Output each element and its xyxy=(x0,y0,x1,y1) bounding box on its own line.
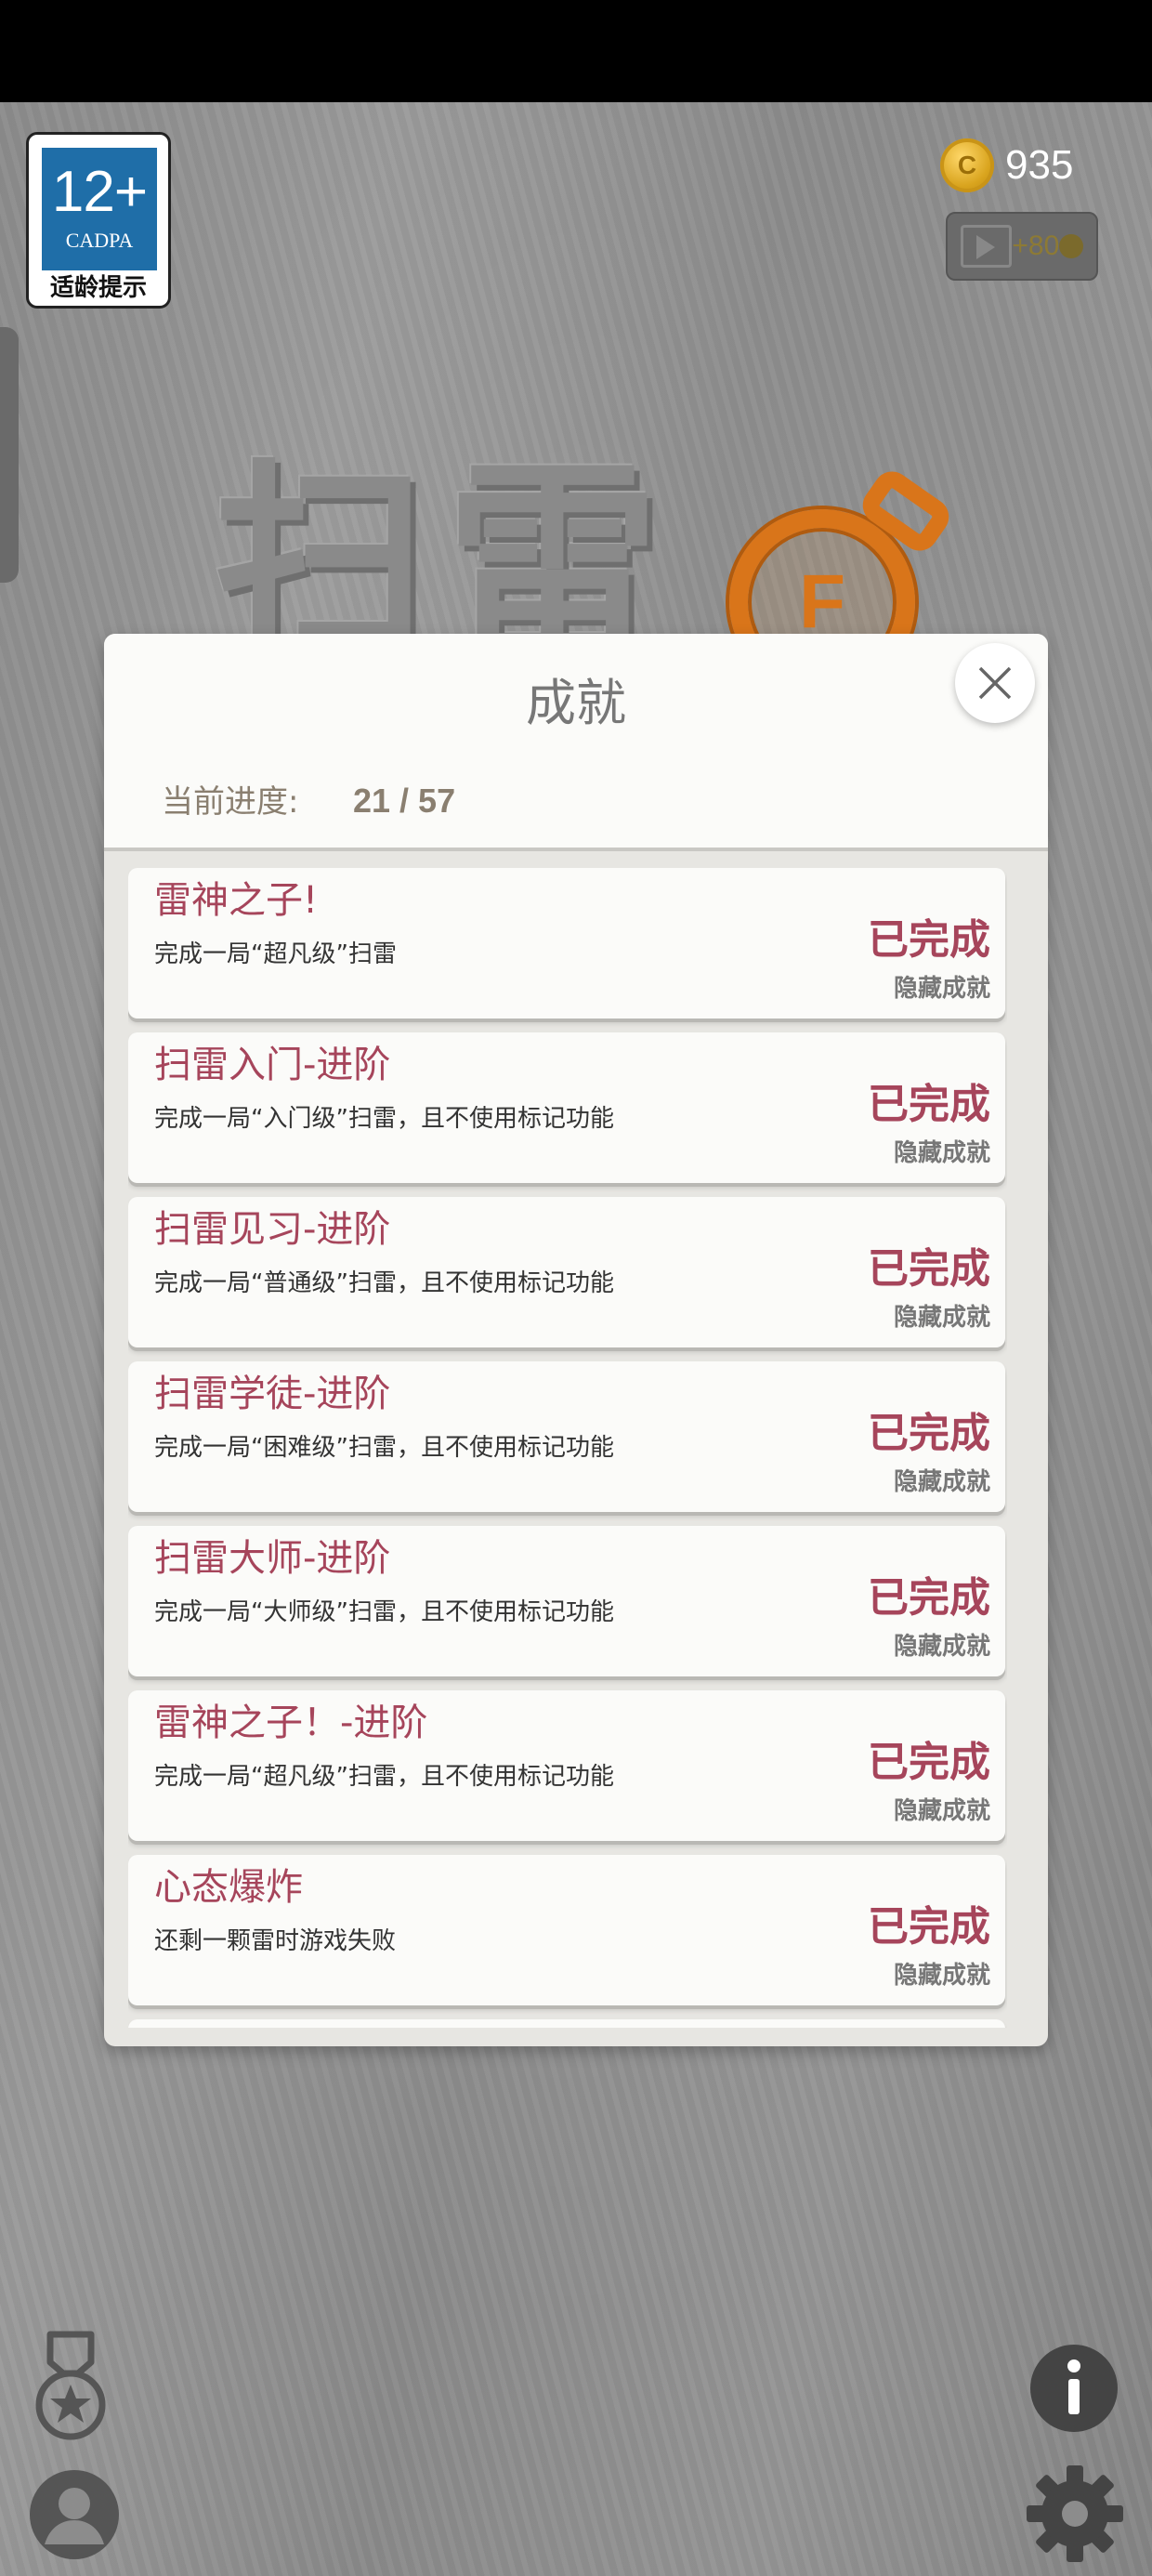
close-button[interactable] xyxy=(955,643,1035,723)
achievement-status: 已完成 xyxy=(868,1903,990,1951)
hidden-achievement-tag: 隐藏成就 xyxy=(893,1304,990,1332)
dialog-header: 成就 当前进度: 21 / 57 xyxy=(104,634,1048,851)
achievement-name: 雷神之子! xyxy=(154,879,319,922)
achievement-description: 完成一局“超凡级”扫雷，且不使用标记功能 xyxy=(154,1763,614,1791)
achievement-description: 完成一局“困难级”扫雷，且不使用标记功能 xyxy=(154,1434,614,1462)
achievement-description: 完成一局“入门级”扫雷，且不使用标记功能 xyxy=(154,1105,614,1133)
achievements-medal-icon[interactable] xyxy=(32,2331,115,2442)
achievement-card[interactable]: 心态爆炸 还剩一颗雷时游戏失败 已完成 隐藏成就 xyxy=(128,1855,1005,2005)
achievement-card[interactable]: 扫雷学徒-进阶 完成一局“困难级”扫雷，且不使用标记功能 已完成 隐藏成就 xyxy=(128,1361,1005,1512)
achievement-description: 完成一局“普通级”扫雷，且不使用标记功能 xyxy=(154,1269,614,1297)
achievement-name: 心态爆炸 xyxy=(154,1866,303,1909)
achievement-status: 已完成 xyxy=(868,1410,990,1457)
achievement-card[interactable]: 雷神之子！-进阶 完成一局“超凡级”扫雷，且不使用标记功能 已完成 隐藏成就 xyxy=(128,1690,1005,1841)
achievement-name: 扫雷入门-进阶 xyxy=(154,1044,391,1086)
achievements-dialog: 成就 当前进度: 21 / 57 雷神之子! 完成一局“超凡级”扫雷 已完成 隐… xyxy=(104,634,1048,2046)
hidden-achievement-tag: 隐藏成就 xyxy=(893,1468,990,1496)
gear-icon[interactable] xyxy=(1026,2464,1124,2563)
hidden-achievement-tag: 隐藏成就 xyxy=(893,1797,990,1825)
achievement-name: 扫雷学徒-进阶 xyxy=(154,1373,391,1415)
achievement-card[interactable]: 扫雷见习-进阶 完成一局“普通级”扫雷，且不使用标记功能 已完成 隐藏成就 xyxy=(128,1197,1005,1347)
achievement-status: 已完成 xyxy=(868,916,990,964)
achievement-list[interactable]: 雷神之子! 完成一局“超凡级”扫雷 已完成 隐藏成就 扫雷入门-进阶 完成一局“… xyxy=(128,868,1007,2028)
progress-label: 当前进度: xyxy=(162,783,299,821)
achievement-status: 已完成 xyxy=(868,1739,990,1786)
info-icon[interactable] xyxy=(1029,2344,1119,2433)
achievement-status: 已完成 xyxy=(868,1245,990,1293)
status-bar xyxy=(0,0,1152,102)
hidden-achievement-tag: 隐藏成就 xyxy=(893,1633,990,1661)
achievement-name: 扫雷见习-进阶 xyxy=(154,1208,391,1251)
dialog-title: 成就 xyxy=(526,674,626,732)
achievement-name: 扫雷大师-进阶 xyxy=(154,1537,391,1580)
achievement-card-partial[interactable] xyxy=(128,2019,1005,2028)
progress-value: 21 / 57 xyxy=(353,782,456,820)
achievement-status: 已完成 xyxy=(868,1081,990,1128)
achievement-description: 完成一局“超凡级”扫雷 xyxy=(154,940,397,968)
achievement-name: 雷神之子！-进阶 xyxy=(154,1702,428,1744)
achievement-card[interactable]: 雷神之子! 完成一局“超凡级”扫雷 已完成 隐藏成就 xyxy=(128,868,1005,1019)
close-icon xyxy=(978,666,1012,700)
hidden-achievement-tag: 隐藏成就 xyxy=(893,1962,990,1990)
achievement-description: 完成一局“大师级”扫雷，且不使用标记功能 xyxy=(154,1598,614,1626)
achievement-card[interactable]: 扫雷入门-进阶 完成一局“入门级”扫雷，且不使用标记功能 已完成 隐藏成就 xyxy=(128,1032,1005,1183)
achievement-status: 已完成 xyxy=(868,1574,990,1622)
achievement-card[interactable]: 扫雷大师-进阶 完成一局“大师级”扫雷，且不使用标记功能 已完成 隐藏成就 xyxy=(128,1526,1005,1676)
achievement-description: 还剩一颗雷时游戏失败 xyxy=(154,1927,397,1955)
profile-icon[interactable] xyxy=(26,2466,123,2563)
hidden-achievement-tag: 隐藏成就 xyxy=(893,975,990,1003)
hidden-achievement-tag: 隐藏成就 xyxy=(893,1139,990,1167)
